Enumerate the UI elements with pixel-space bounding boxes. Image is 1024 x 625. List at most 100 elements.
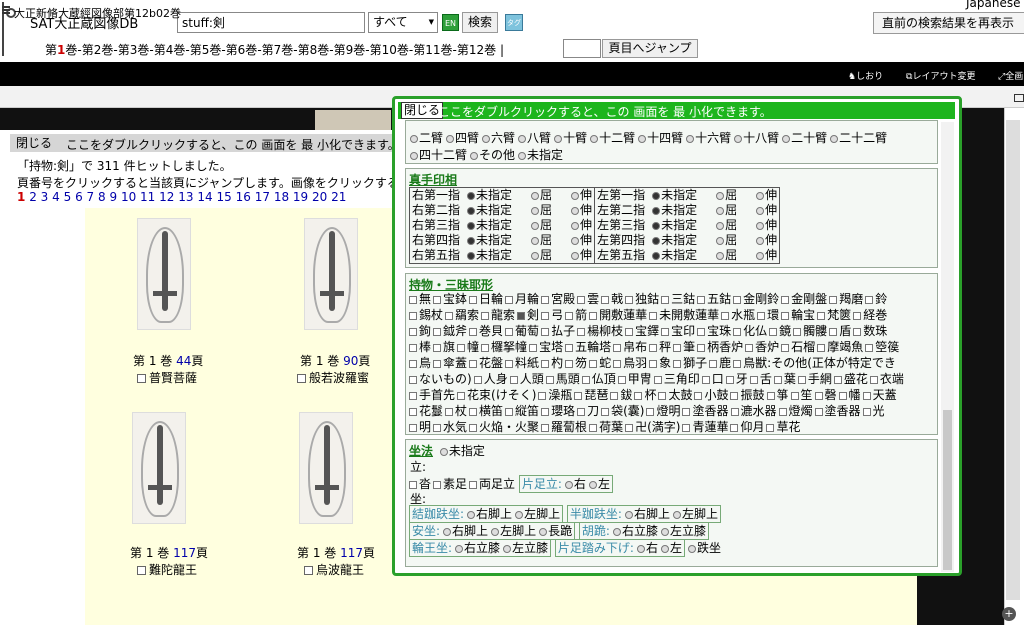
anza-radio[interactable]: [443, 527, 452, 536]
attribute-checkbox[interactable]: [529, 343, 538, 352]
finger-radio[interactable]: [652, 221, 661, 230]
attribute-checkbox[interactable]: [661, 295, 670, 304]
arms-radio[interactable]: [482, 134, 491, 143]
attribute-checkbox[interactable]: [538, 391, 547, 400]
page-link[interactable]: 1: [17, 190, 25, 204]
finger-radio[interactable]: [652, 251, 661, 260]
attribute-checkbox[interactable]: [721, 311, 730, 320]
finger-radio[interactable]: [571, 251, 580, 260]
page-link[interactable]: 16: [236, 190, 251, 204]
page-link[interactable]: 10: [121, 190, 136, 204]
attribute-checkbox[interactable]: [769, 327, 778, 336]
attribute-checkbox[interactable]: [649, 359, 658, 368]
attribute-checkbox[interactable]: [829, 327, 838, 336]
rinno-radio[interactable]: [455, 544, 464, 553]
page-link[interactable]: 21: [331, 190, 346, 204]
attribute-checkbox[interactable]: [653, 375, 662, 384]
volume-link[interactable]: 第5巻: [190, 43, 222, 57]
other-posture-radio[interactable]: [687, 544, 696, 553]
attribute-checkbox[interactable]: [730, 391, 739, 400]
volume-link[interactable]: 第7巻: [262, 43, 294, 57]
page-link[interactable]: 5: [64, 190, 72, 204]
attribute-checkbox[interactable]: [541, 423, 550, 432]
page-link[interactable]: 19: [293, 190, 308, 204]
attribute-checkbox[interactable]: [541, 327, 550, 336]
attribute-checkbox[interactable]: [469, 327, 478, 336]
attribute-checkbox[interactable]: [589, 359, 598, 368]
rinno-radio[interactable]: [503, 544, 512, 553]
attribute-checkbox[interactable]: [469, 407, 478, 416]
attribute-checkbox[interactable]: [481, 311, 490, 320]
attribute-checkbox[interactable]: [445, 311, 454, 320]
finger-option[interactable]: 屈: [514, 188, 554, 204]
finger-option[interactable]: 伸: [739, 218, 780, 233]
kekka-radio[interactable]: [515, 510, 524, 519]
attribute-checkbox[interactable]: [505, 295, 514, 304]
koki-radio[interactable]: [612, 527, 621, 536]
arms-radio[interactable]: [518, 151, 527, 160]
attribute-checkbox[interactable]: [541, 407, 550, 416]
attribute-checkbox[interactable]: [778, 407, 787, 416]
hanka-radio[interactable]: [624, 510, 633, 519]
jump-to-page-button[interactable]: 頁目へジャンプ: [602, 39, 698, 58]
language-switch[interactable]: Japanese: [966, 0, 1021, 10]
page-link[interactable]: 11: [140, 190, 155, 204]
attribute-checkbox[interactable]: [509, 375, 518, 384]
filter-close-button[interactable]: 閉じる: [401, 102, 444, 119]
finger-radio[interactable]: [756, 251, 765, 260]
results-close-button[interactable]: 閉じる: [16, 135, 52, 151]
standing-checkbox[interactable]: [469, 480, 478, 489]
attribute-checkbox[interactable]: [457, 391, 466, 400]
attribute-checkbox[interactable]: [730, 407, 739, 416]
finger-radio[interactable]: [531, 236, 540, 245]
attribute-checkbox[interactable]: [481, 343, 490, 352]
finger-option[interactable]: 未指定: [647, 188, 699, 204]
attribute-checkbox[interactable]: [613, 359, 622, 368]
volume-link[interactable]: 第4巻: [154, 43, 186, 57]
finger-radio[interactable]: [571, 191, 580, 200]
attribute-checkbox[interactable]: [577, 295, 586, 304]
attribute-checkbox[interactable]: [409, 327, 417, 336]
recent-results-button[interactable]: 直前の検索結果を再表示: [873, 12, 1024, 34]
attribute-checkbox[interactable]: [862, 391, 871, 400]
attribute-checkbox[interactable]: [409, 359, 417, 368]
volume-link[interactable]: 第9巻: [334, 43, 366, 57]
attribute-checkbox[interactable]: [682, 407, 691, 416]
result-page-link[interactable]: 117: [340, 546, 363, 560]
attribute-checkbox[interactable]: [814, 407, 823, 416]
search-input[interactable]: [177, 12, 365, 33]
page-link[interactable]: 20: [312, 190, 327, 204]
result-page-link[interactable]: 44: [176, 354, 191, 368]
viewer-scroll-thumb[interactable]: [1006, 120, 1020, 600]
arms-radio[interactable]: [410, 134, 418, 143]
finger-option[interactable]: 屈: [699, 188, 739, 204]
attribute-checkbox[interactable]: [673, 359, 682, 368]
arms-radio[interactable]: [554, 134, 563, 143]
attribute-checkbox[interactable]: [625, 423, 634, 432]
finger-radio[interactable]: [652, 191, 661, 200]
arms-radio[interactable]: [518, 134, 527, 143]
finger-radio[interactable]: [467, 221, 476, 230]
attribute-checkbox[interactable]: [541, 295, 550, 304]
attribute-checkbox[interactable]: [589, 423, 598, 432]
bookmark-button[interactable]: ♞しおり: [848, 69, 883, 82]
standing-checkbox[interactable]: [409, 480, 417, 489]
finger-radio[interactable]: [756, 206, 765, 215]
result-name[interactable]: 般若波羅蜜: [297, 369, 369, 386]
attribute-checkbox[interactable]: [613, 343, 622, 352]
volume-link[interactable]: 第12巻: [457, 43, 496, 57]
page-link[interactable]: 15: [216, 190, 231, 204]
attribute-checkbox[interactable]: [433, 327, 442, 336]
attribute-checkbox[interactable]: [581, 375, 590, 384]
arms-radio[interactable]: [782, 134, 791, 143]
page-link[interactable]: 17: [255, 190, 270, 204]
search-button[interactable]: 検索: [462, 12, 498, 33]
finger-option[interactable]: 未指定: [462, 248, 514, 264]
attribute-checkbox[interactable]: [409, 391, 417, 400]
attribute-checkbox[interactable]: [869, 375, 878, 384]
koki-radio[interactable]: [660, 527, 669, 536]
tag-toggle-button[interactable]: タグ: [505, 14, 523, 31]
attribute-checkbox[interactable]: [853, 327, 862, 336]
scope-select[interactable]: すべて: [368, 12, 438, 33]
finger-option[interactable]: 伸: [739, 188, 780, 204]
